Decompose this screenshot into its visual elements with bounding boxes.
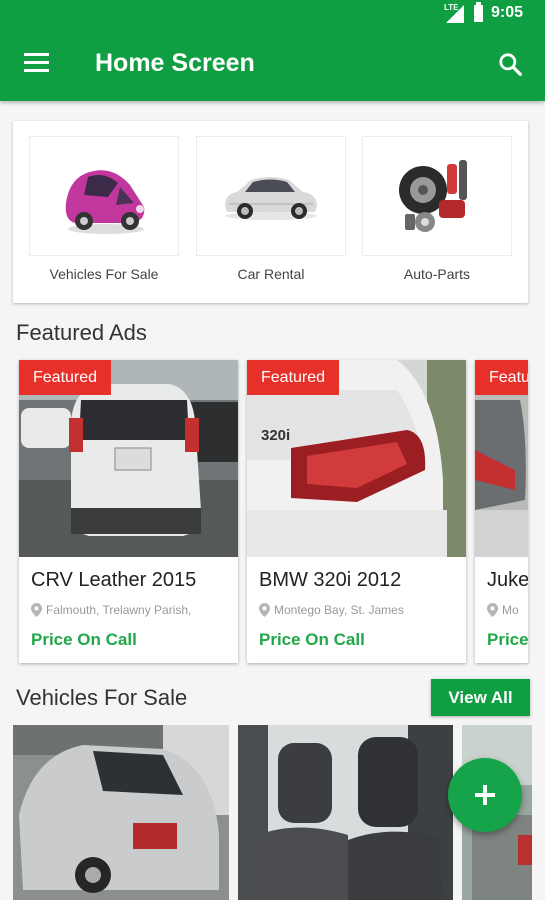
ad-location-text: Montego Bay, St. James [274,603,404,617]
featured-ads-heading: Featured Ads [16,320,147,345]
svg-text:320i: 320i [261,427,290,444]
silver-sedan-icon [225,177,317,220]
featured-badge: Featured [247,360,340,395]
plus-icon [475,785,495,805]
battery-icon [473,1,483,22]
view-all-button[interactable]: View All [431,679,530,716]
category-label: Auto-Parts [403,266,471,282]
category-auto-parts[interactable]: Auto-Parts [362,136,512,296]
ad-location: Montego Bay, St. James [259,603,404,617]
add-listing-button[interactable] [448,758,522,832]
ad-location: Mo [487,603,519,617]
vehicles-for-sale-heading: Vehicles For Sale [16,685,188,710]
featured-badge: Featured [475,360,528,395]
page-title: Home Screen [95,49,255,77]
status-bar: LTE 9:05 [0,0,545,27]
location-pin-icon [259,603,270,617]
app-bar: Home Screen [0,27,545,101]
ad-price: Price [487,630,528,649]
ad-location-text: Falmouth, Trelawny Parish, [46,603,192,617]
featured-badge: Featured [19,360,112,395]
vehicle-card[interactable] [13,725,229,900]
ad-price: Price On Call [259,630,365,649]
auto-parts-icon [399,160,467,232]
category-label: Vehicles For Sale [49,266,159,282]
vehicle-card[interactable] [238,725,453,900]
lte-signal-icon: LTE [444,3,466,23]
featured-ad-card[interactable]: Featured Juke Mo Price [475,360,528,663]
featured-ad-card[interactable]: Featured CRV Leather 2015 Falmouth, Trel… [19,360,238,663]
category-vehicles-for-sale[interactable]: Vehicles For Sale [29,136,179,296]
pink-car-icon [65,170,145,234]
ad-title: CRV Leather 2015 [31,569,197,591]
ad-location: Falmouth, Trelawny Parish, [31,603,191,617]
ad-title: Juke [487,569,528,591]
category-car-rental[interactable]: Car Rental [196,136,346,296]
status-time: 9:05 [490,4,523,21]
vehicle-photo [13,725,229,900]
ad-location-text: Mo [502,603,519,617]
ad-price: Price On Call [31,630,137,649]
ad-title: BMW 320i 2012 [259,569,402,591]
location-pin-icon [487,603,498,617]
menu-icon[interactable] [24,53,50,75]
category-label: Car Rental [237,266,305,282]
vehicle-photo [238,725,453,900]
featured-ad-card[interactable]: 320i Featured BMW 320i 2012 Montego Bay,… [247,360,466,663]
category-panel: Vehicles For Sale Car Rental Auto-Parts [13,121,528,303]
search-icon[interactable] [497,51,523,77]
location-pin-icon [31,603,42,617]
